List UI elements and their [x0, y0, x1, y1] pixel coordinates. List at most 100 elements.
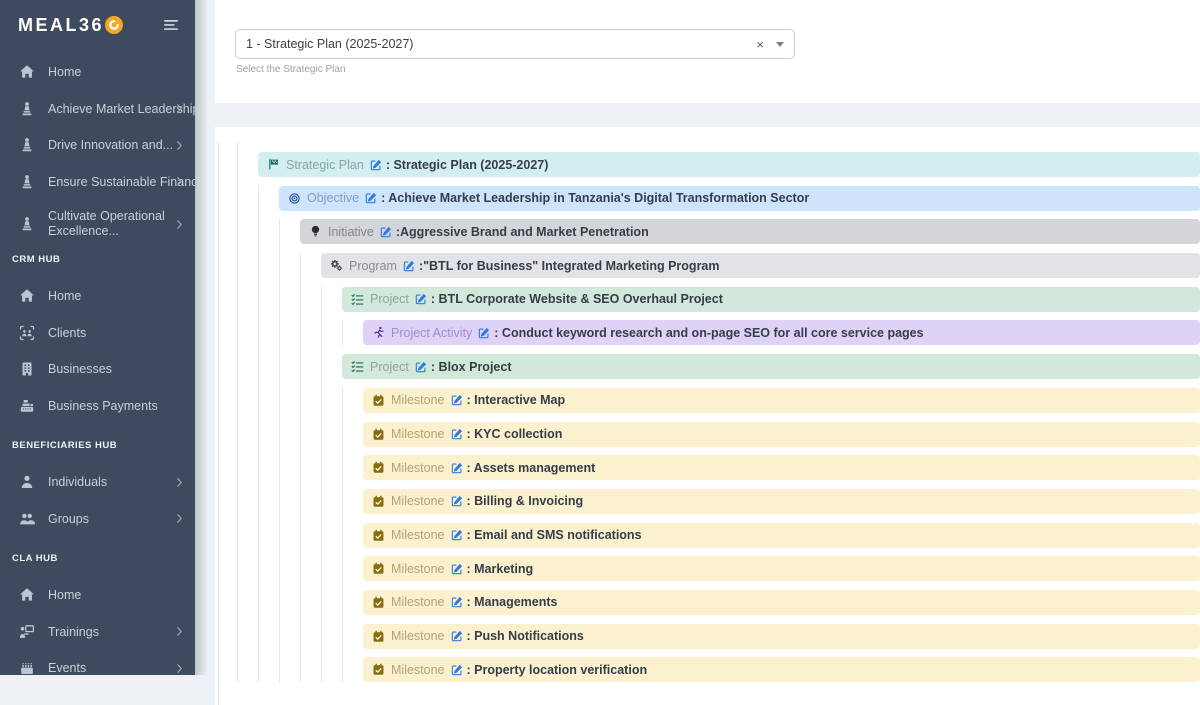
users-viewfinder-icon	[19, 325, 35, 341]
row-type-label: Project	[370, 292, 409, 306]
strategic-plan-select-value: 1 - Strategic Plan (2025-2027)	[246, 37, 413, 51]
row-type-label: Program	[349, 259, 397, 273]
hamburger-menu-icon[interactable]	[163, 17, 179, 33]
calendar-check-icon	[372, 596, 385, 609]
sidebar-item-ensure-sustainable-financial[interactable]: Ensure Sustainable Financial...	[0, 164, 195, 201]
row-type-label: Strategic Plan	[286, 158, 364, 172]
calendar-check-icon	[372, 461, 385, 474]
sidebar-section-cla-hub: CLA HUB	[0, 547, 195, 569]
sidebar-item-home[interactable]: Home	[0, 54, 195, 91]
edit-icon[interactable]	[451, 563, 463, 575]
home-icon	[19, 587, 35, 603]
sidebar: MEAL36 Home Achieve Market Leadership...…	[0, 0, 195, 675]
edit-icon[interactable]	[451, 630, 463, 642]
tree-row-objective[interactable]: Objective : Achieve Market Leadership in…	[279, 186, 1200, 211]
tree-row-milestone[interactable]: Milestone : Property location verificati…	[363, 657, 1200, 682]
sidebar-item-businesses[interactable]: Businesses	[0, 351, 195, 388]
tree-row-milestone[interactable]: Milestone : Managements	[363, 590, 1200, 615]
orange-swirl-zero-icon	[105, 16, 123, 34]
edit-icon[interactable]	[403, 260, 415, 272]
sidebar-item-trainings[interactable]: Trainings	[0, 614, 195, 651]
sidebar-item-drive-innovation[interactable]: Drive Innovation and...	[0, 127, 195, 164]
select-helper-text: Select the Strategic Plan	[236, 64, 1200, 75]
person-running-icon	[372, 326, 385, 339]
edit-icon[interactable]	[415, 293, 427, 305]
row-value: : Conduct keyword research and on-page S…	[494, 326, 923, 340]
chevron-right-icon	[174, 477, 185, 488]
tree-row-milestone[interactable]: Milestone : KYC collection	[363, 422, 1200, 447]
calendar-check-icon	[372, 495, 385, 508]
edit-icon[interactable]	[451, 394, 463, 406]
sidebar-item-clients[interactable]: Clients	[0, 315, 195, 352]
edit-icon[interactable]	[451, 664, 463, 676]
sidebar-item-business-payments[interactable]: Business Payments	[0, 388, 195, 425]
tree-row-milestone[interactable]: Milestone : Interactive Map	[363, 388, 1200, 413]
edit-icon[interactable]	[380, 226, 392, 238]
chevron-right-icon	[174, 219, 185, 230]
sidebar-item-label: Events	[48, 661, 86, 675]
tree-row-program[interactable]: Program :"BTL for Business" Integrated M…	[321, 253, 1200, 278]
sidebar-item-cla-home[interactable]: Home	[0, 577, 195, 614]
list-check-icon	[351, 293, 364, 306]
sidebar-item-label: Trainings	[48, 625, 99, 639]
calendar-check-icon	[372, 663, 385, 676]
app-logo: MEAL36	[18, 15, 104, 36]
edit-icon[interactable]	[415, 361, 427, 373]
chevron-right-icon	[174, 103, 185, 114]
tree-row-milestone[interactable]: Milestone : Push Notifications	[363, 624, 1200, 649]
edit-icon[interactable]	[365, 192, 377, 204]
tree-row-project[interactable]: Project : BTL Corporate Website & SEO Ov…	[342, 287, 1200, 312]
row-type-label: Project	[370, 360, 409, 374]
clear-selection-icon[interactable]: ×	[751, 38, 769, 51]
sidebar-item-label: Individuals	[48, 475, 107, 489]
row-type-label: Milestone	[391, 629, 445, 643]
calendar-check-icon	[372, 562, 385, 575]
tree-row-initiative[interactable]: Initiative :Aggressive Brand and Market …	[300, 219, 1200, 244]
edit-icon[interactable]	[451, 596, 463, 608]
tree-row-milestone[interactable]: Milestone : Assets management	[363, 455, 1200, 480]
chevron-down-icon[interactable]	[776, 42, 784, 47]
row-value: : Email and SMS notifications	[467, 528, 642, 542]
edit-icon[interactable]	[451, 462, 463, 474]
tree-row-milestone[interactable]: Milestone : Marketing	[363, 556, 1200, 581]
list-check-icon	[351, 360, 364, 373]
edit-icon[interactable]	[370, 159, 382, 171]
edit-icon[interactable]	[451, 529, 463, 541]
row-value: :"BTL for Business" Integrated Marketing…	[419, 259, 720, 273]
tree-row-project[interactable]: Project : Blox Project	[342, 354, 1200, 379]
cash-register-icon	[19, 398, 35, 414]
calendar-check-icon	[372, 630, 385, 643]
tree-row-project-activity[interactable]: Project Activity : Conduct keyword resea…	[363, 320, 1200, 345]
row-value: : Managements	[467, 595, 558, 609]
edit-icon[interactable]	[451, 495, 463, 507]
tree-row-strategic-plan[interactable]: Strategic Plan : Strategic Plan (2025-20…	[258, 152, 1200, 177]
strategic-plan-select[interactable]: 1 - Strategic Plan (2025-2027) ×	[235, 29, 795, 59]
row-value: : Blox Project	[431, 360, 512, 374]
sidebar-section-beneficiaries-hub: BENEFICIARIES HUB	[0, 434, 195, 456]
row-value: : Marketing	[467, 562, 534, 576]
edit-icon[interactable]	[451, 428, 463, 440]
person-chalkboard-icon	[19, 624, 35, 640]
sidebar-item-achieve-market-leadership[interactable]: Achieve Market Leadership...	[0, 91, 195, 128]
sidebar-section-crm-hub: CRM HUB	[0, 248, 195, 270]
strategy-tree: Strategic Plan : Strategic Plan (2025-20…	[218, 142, 1200, 705]
sidebar-item-cultivate-operational-excellence[interactable]: Cultivate Operational Excellence...	[0, 200, 195, 248]
sidebar-item-events[interactable]: Events	[0, 650, 195, 675]
sidebar-item-label: Home	[48, 289, 81, 303]
row-type-label: Milestone	[391, 461, 445, 475]
row-value: : Assets management	[467, 461, 596, 475]
sidebar-item-groups[interactable]: Groups	[0, 501, 195, 538]
row-type-label: Milestone	[391, 595, 445, 609]
edit-icon[interactable]	[478, 327, 490, 339]
row-type-label: Milestone	[391, 562, 445, 576]
sidebar-item-label: Drive Innovation and...	[48, 138, 173, 152]
tree-row-milestone[interactable]: Milestone : Email and SMS notifications	[363, 523, 1200, 548]
plan-select-card: 1 - Strategic Plan (2025-2027) × Select …	[215, 0, 1200, 103]
tree-row-milestone[interactable]: Milestone : Billing & Invoicing	[363, 489, 1200, 514]
row-value: : BTL Corporate Website & SEO Overhaul P…	[431, 292, 723, 306]
sidebar-item-crm-home[interactable]: Home	[0, 278, 195, 315]
calendar-check-icon	[372, 428, 385, 441]
calendar-check-icon	[372, 394, 385, 407]
sidebar-item-individuals[interactable]: Individuals	[0, 464, 195, 501]
sidebar-item-label: Home	[48, 65, 81, 79]
